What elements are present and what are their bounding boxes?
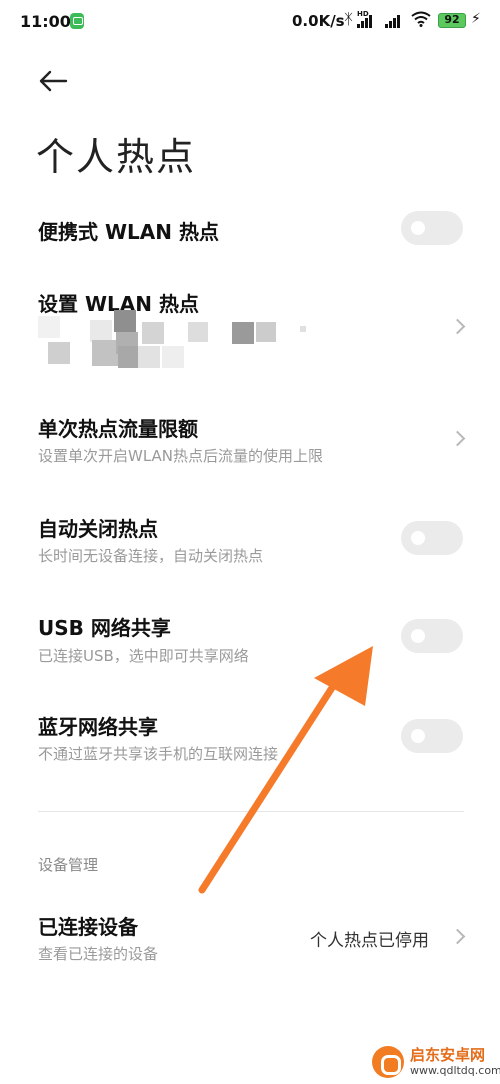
row-wlan-hotspot-setup[interactable]: 设置 WLAN 热点 bbox=[0, 280, 500, 380]
row-title: 单次热点流量限额 bbox=[38, 417, 198, 441]
redacted-hotspot-name bbox=[38, 310, 308, 368]
row-bluetooth-tethering[interactable]: 蓝牙网络共享 不通过蓝牙共享该手机的互联网连接 bbox=[0, 703, 500, 769]
status-bar: 11:00 0.0K/s ᛡ HD 92 ⚡ bbox=[0, 0, 500, 44]
row-data-limit[interactable]: 单次热点流量限额 设置单次开启WLAN热点后流量的使用上限 bbox=[0, 405, 500, 471]
toggle-knob bbox=[411, 531, 425, 545]
bluetooth-tethering-toggle[interactable] bbox=[401, 719, 463, 753]
arrow-left-icon[interactable] bbox=[36, 68, 70, 94]
row-subtitle: 查看已连接的设备 bbox=[38, 945, 159, 963]
network-speed: 0.0K/s bbox=[292, 12, 345, 30]
row-title: 自动关闭热点 bbox=[38, 517, 158, 541]
signal-icon-2 bbox=[385, 14, 401, 28]
chevron-right-icon bbox=[449, 928, 466, 945]
battery-indicator: 92 bbox=[438, 13, 466, 28]
hotspot-status-value: 个人热点已停用 bbox=[310, 931, 429, 951]
row-subtitle: 设置单次开启WLAN热点后流量的使用上限 bbox=[38, 447, 324, 465]
row-usb-tethering[interactable]: USB 网络共享 已连接USB，选中即可共享网络 bbox=[0, 605, 500, 671]
row-connected-devices[interactable]: 已连接设备 查看已连接的设备 个人热点已停用 bbox=[0, 905, 500, 971]
hotspot-toggle[interactable] bbox=[401, 211, 463, 245]
watermark-url: www.qdltdq.com bbox=[410, 1064, 500, 1077]
wifi-icon bbox=[411, 11, 431, 27]
notification-app-icon bbox=[70, 13, 84, 29]
chevron-right-icon bbox=[449, 318, 466, 335]
row-portable-wlan-hotspot[interactable]: 便携式 WLAN 热点 bbox=[0, 200, 500, 260]
row-auto-close-hotspot[interactable]: 自动关闭热点 长时间无设备连接，自动关闭热点 bbox=[0, 505, 500, 571]
section-divider bbox=[38, 811, 464, 812]
section-header-device-management: 设备管理 bbox=[38, 856, 99, 874]
row-title: 便携式 WLAN 热点 bbox=[38, 220, 219, 244]
row-title: 蓝牙网络共享 bbox=[38, 715, 158, 739]
status-time: 11:00 bbox=[20, 12, 71, 31]
charging-icon: ⚡ bbox=[471, 11, 481, 27]
battery-level: 92 bbox=[444, 13, 460, 26]
toggle-knob bbox=[411, 221, 425, 235]
bluetooth-icon: ᛡ bbox=[344, 10, 354, 28]
page-title: 个人热点 bbox=[36, 135, 197, 179]
row-subtitle: 不通过蓝牙共享该手机的互联网连接 bbox=[38, 745, 279, 763]
row-subtitle: 长时间无设备连接，自动关闭热点 bbox=[38, 547, 264, 565]
toggle-knob bbox=[411, 629, 425, 643]
watermark-logo-icon bbox=[372, 1046, 404, 1078]
row-title: 已连接设备 bbox=[38, 915, 138, 939]
hotspot-settings-screen: 11:00 0.0K/s ᛡ HD 92 ⚡ 个人热点 便携式 WLAN 热点 bbox=[0, 0, 500, 1084]
row-title: USB 网络共享 bbox=[38, 616, 171, 640]
signal-icon bbox=[357, 14, 373, 28]
toggle-knob bbox=[411, 729, 425, 743]
chevron-right-icon bbox=[449, 430, 466, 447]
auto-close-toggle[interactable] bbox=[401, 521, 463, 555]
watermark: 启东安卓网 www.qdltdq.com bbox=[372, 1044, 500, 1082]
usb-tethering-toggle[interactable] bbox=[401, 619, 463, 653]
row-subtitle: 已连接USB，选中即可共享网络 bbox=[38, 647, 249, 665]
watermark-title: 启东安卓网 bbox=[410, 1046, 486, 1064]
